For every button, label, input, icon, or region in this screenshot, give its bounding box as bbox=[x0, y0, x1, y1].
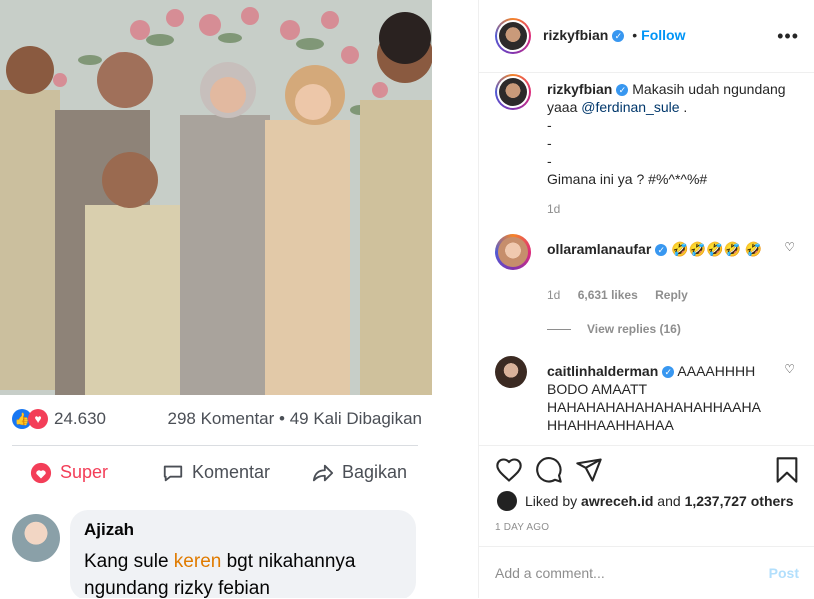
follow-button[interactable]: Follow bbox=[641, 27, 685, 43]
caption-text: . bbox=[679, 99, 688, 115]
header-user: rizkyfbian ✓ • Follow bbox=[543, 27, 685, 43]
heart-face-icon bbox=[30, 463, 52, 484]
comment-bubble-icon bbox=[163, 465, 183, 482]
facebook-reactions-bar: 👍 ♥ 24.630 298 Komentar • 49 Kali Dibagi… bbox=[12, 407, 422, 435]
facebook-comment: Ajizah Kang sule keren bgt nikahannya ng… bbox=[12, 508, 418, 598]
post-timestamp[interactable]: 1 DAY AGO bbox=[495, 522, 549, 533]
avatar-photo bbox=[498, 237, 528, 267]
comment-item: caitlinhalderman ✓ AAAAHHHH BODO AMAATT H… bbox=[495, 356, 795, 444]
comment-author: Ajizah bbox=[84, 520, 135, 539]
comment-text-highlight: keren bbox=[173, 551, 222, 572]
wedding-scene-illustration bbox=[0, 0, 432, 395]
reply-button[interactable]: Reply bbox=[655, 288, 688, 302]
comment-text-part: Kang sule bbox=[84, 551, 174, 572]
comment-item: ollaramlanaufar ✓ 🤣🤣🤣🤣 🤣 ♡ 1d 6,631 likes… bbox=[495, 234, 795, 344]
comment-meta: 1d 6,631 likes Reply bbox=[547, 288, 688, 302]
comment-username[interactable]: caitlinhalderman bbox=[547, 363, 658, 379]
like-comment-heart-icon[interactable]: ♡ bbox=[784, 240, 795, 254]
view-replies-button[interactable]: View replies (16) bbox=[547, 322, 681, 336]
divider bbox=[547, 329, 571, 331]
like-comment-heart-icon[interactable]: ♡ bbox=[784, 362, 795, 376]
verified-badge-icon: ✓ bbox=[612, 30, 625, 43]
share-arrow-icon bbox=[312, 465, 334, 482]
comment-time[interactable]: 1d bbox=[547, 288, 560, 302]
avatar[interactable] bbox=[497, 491, 517, 511]
comment-input[interactable]: Add a comment... bbox=[495, 565, 735, 581]
comment-body: ollaramlanaufar ✓ 🤣🤣🤣🤣 🤣 bbox=[547, 240, 767, 258]
comment-action: Komentar bbox=[162, 462, 270, 484]
divider bbox=[12, 445, 418, 446]
post-image[interactable]: 👍 ♥ 24.630 298 Komentar • 49 Kali Dibagi… bbox=[0, 0, 432, 598]
avatar-photo bbox=[499, 22, 527, 50]
likes-summary: Liked by awreceh.id and 1,237,727 others bbox=[525, 493, 794, 509]
caption-line: Gimana ini ya ? #%^*^%# bbox=[547, 171, 708, 187]
comment-text: 🤣🤣🤣🤣 🤣 bbox=[671, 241, 763, 257]
heart-icon[interactable] bbox=[495, 456, 523, 484]
likes-count-link[interactable]: 1,237,727 others bbox=[685, 493, 794, 509]
share-label: Bagikan bbox=[342, 462, 408, 482]
caption: rizkyfbian ✓ Makasih udah ngundang yaaa @… bbox=[495, 74, 795, 224]
comment-icon[interactable] bbox=[535, 456, 563, 484]
comment-likes[interactable]: 6,631 likes bbox=[578, 288, 638, 302]
caption-body: rizkyfbian ✓ Makasih udah ngundang yaaa @… bbox=[547, 80, 787, 188]
love-reaction-icon: ♥ bbox=[28, 409, 48, 429]
add-comment-bar: Add a comment... Post bbox=[479, 546, 814, 599]
verified-badge-icon: ✓ bbox=[655, 244, 668, 257]
avatar-photo bbox=[499, 78, 527, 106]
view-replies-label: View replies (16) bbox=[587, 322, 681, 336]
username-link[interactable]: rizkyfbian bbox=[543, 27, 608, 43]
likes-middle: and bbox=[653, 493, 685, 509]
verified-badge-icon: ✓ bbox=[662, 366, 675, 379]
avatar[interactable] bbox=[495, 356, 527, 388]
caption-time[interactable]: 1d bbox=[547, 202, 560, 216]
caption-line: - bbox=[547, 135, 552, 151]
more-options-icon[interactable]: ••• bbox=[777, 26, 799, 47]
post-header: rizkyfbian ✓ • Follow ••• bbox=[479, 0, 814, 73]
caption-username[interactable]: rizkyfbian bbox=[547, 81, 612, 97]
comment-bubble: Ajizah Kang sule keren bgt nikahannya ng… bbox=[70, 510, 416, 598]
bookmark-icon[interactable] bbox=[773, 456, 801, 484]
comment-label: Komentar bbox=[192, 462, 271, 482]
verified-badge-icon: ✓ bbox=[616, 84, 629, 97]
caption-line: - bbox=[547, 153, 552, 169]
post-sidebar: rizkyfbian ✓ • Follow ••• rizkyfbian ✓ Maka… bbox=[478, 0, 814, 598]
comment-username[interactable]: ollaramlanaufar bbox=[547, 241, 651, 257]
comment-text: Kang sule keren bgt nikahannya ngundang … bbox=[84, 548, 404, 598]
mention-link[interactable]: @ferdinan_sule bbox=[581, 99, 679, 115]
comment-share-count: 298 Komentar • 49 Kali Dibagikan bbox=[167, 409, 423, 428]
avatar[interactable] bbox=[495, 74, 531, 110]
facebook-actions: Super Komentar Bagikan bbox=[12, 458, 418, 488]
avatar[interactable] bbox=[495, 18, 531, 54]
comments-list[interactable]: rizkyfbian ✓ Makasih udah ngundang yaaa @… bbox=[479, 72, 814, 444]
separator: • bbox=[632, 27, 638, 43]
post-actions bbox=[479, 445, 814, 524]
comment-body: caitlinhalderman ✓ AAAAHHHH BODO AMAATT H… bbox=[547, 362, 767, 434]
avatar bbox=[12, 514, 60, 562]
wedding-photo bbox=[0, 0, 432, 395]
post-button[interactable]: Post bbox=[769, 565, 799, 581]
caption-line: - bbox=[547, 117, 552, 133]
share-action: Bagikan bbox=[312, 462, 407, 484]
liked-by-user-link[interactable]: awreceh.id bbox=[581, 493, 653, 509]
likes-prefix: Liked by bbox=[525, 493, 582, 509]
share-icon[interactable] bbox=[575, 456, 603, 484]
avatar[interactable] bbox=[495, 234, 531, 270]
super-action: Super bbox=[30, 462, 108, 484]
reaction-count: 24.630 bbox=[54, 409, 106, 428]
super-label: Super bbox=[60, 462, 109, 482]
